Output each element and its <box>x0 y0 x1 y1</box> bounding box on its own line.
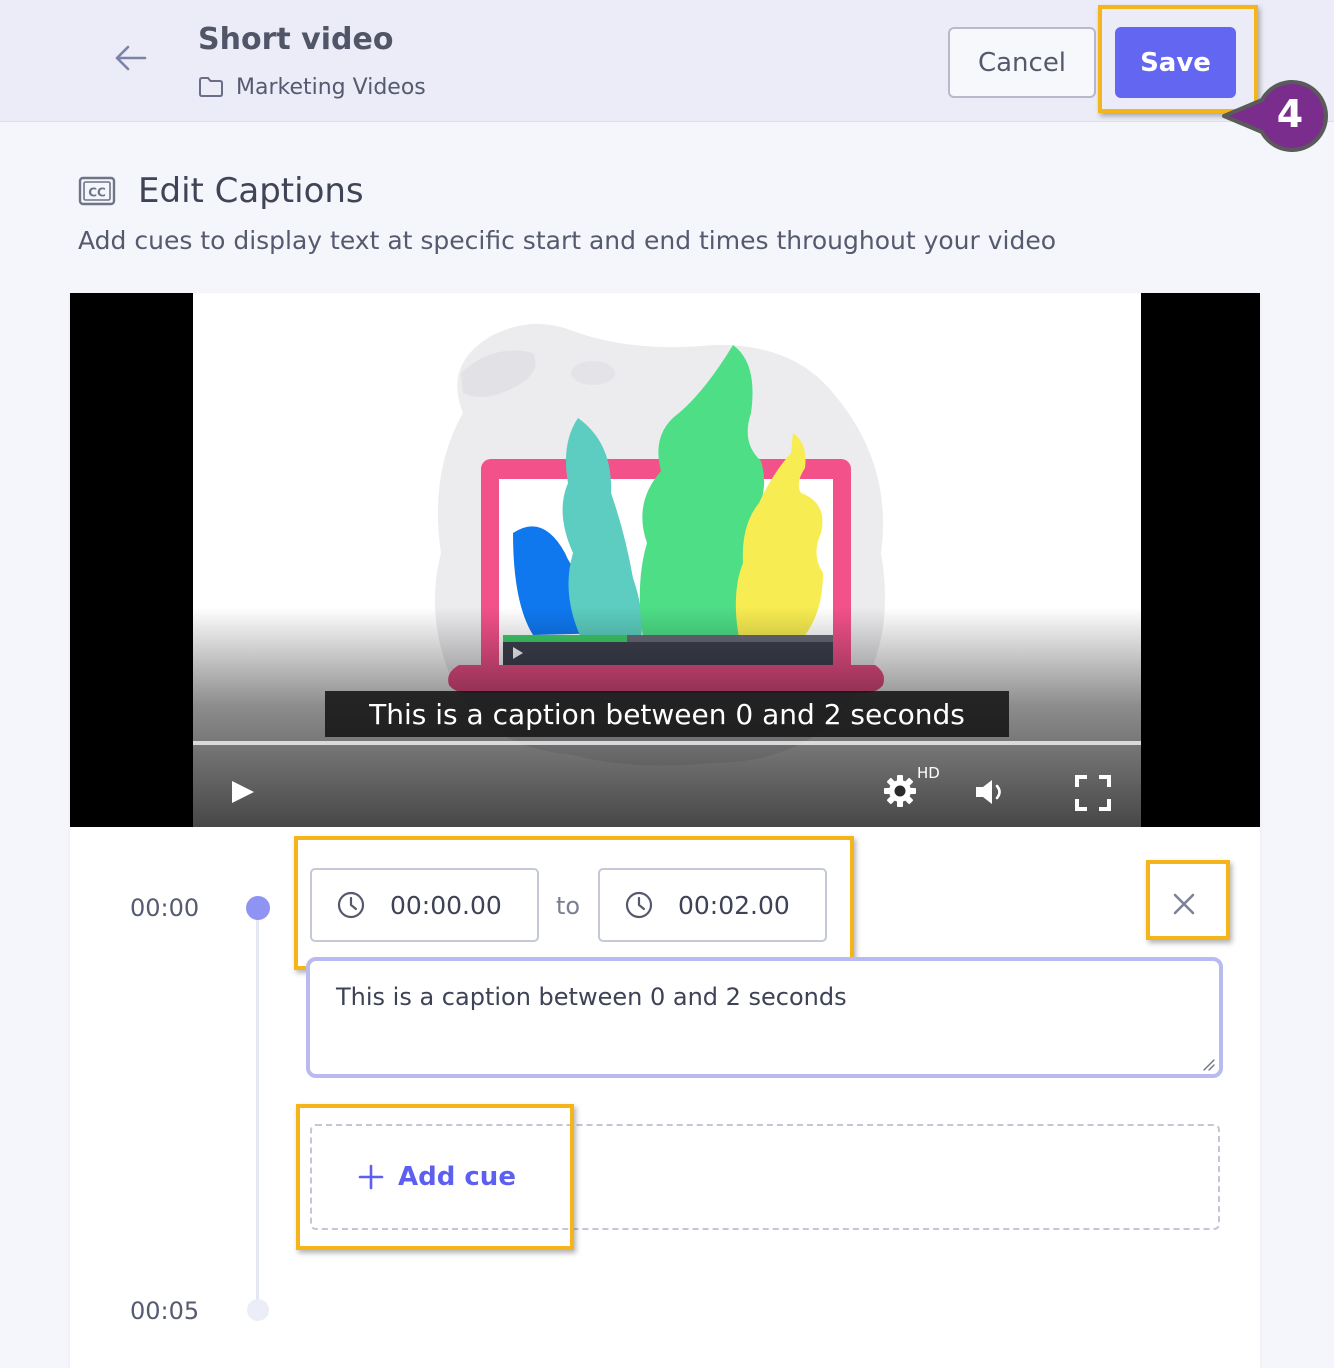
video-frame <box>193 293 1141 827</box>
start-time-value: 00:00.00 <box>390 890 502 920</box>
end-time-field[interactable]: 00:02.00 <box>598 868 827 942</box>
volume-icon[interactable] <box>972 775 1012 809</box>
section-description: Add cues to display text at specific sta… <box>78 226 1057 255</box>
timeline-dot <box>247 1299 269 1321</box>
delete-cue-button[interactable] <box>1160 880 1208 928</box>
timeline-mark-start: 00:00 <box>130 894 200 922</box>
section-title: Edit Captions <box>138 171 364 211</box>
arrow-left-icon <box>115 45 147 71</box>
video-title: Short video <box>198 22 394 57</box>
add-cue-label: Add cue <box>398 1162 516 1192</box>
step-number: 4 <box>1277 92 1303 136</box>
step-badge: 4 <box>1222 80 1328 152</box>
plus-icon <box>358 1164 384 1190</box>
close-icon <box>1173 893 1195 915</box>
cancel-button[interactable]: Cancel <box>948 27 1096 98</box>
section-header: CC Edit Captions <box>78 170 364 212</box>
video-progress-bar[interactable] <box>193 741 1141 745</box>
folder-breadcrumb[interactable]: Marketing Videos <box>198 72 426 102</box>
hd-badge: HD <box>917 764 940 782</box>
video-player[interactable]: This is a caption between 0 and 2 second… <box>70 293 1260 827</box>
fullscreen-icon[interactable] <box>1074 774 1112 812</box>
caption-text-input[interactable]: This is a caption between 0 and 2 second… <box>306 957 1223 1078</box>
clock-icon <box>625 891 653 919</box>
timeline-line <box>256 910 259 1310</box>
caption-overlay: This is a caption between 0 and 2 second… <box>325 691 1009 737</box>
add-cue-button[interactable]: Add cue <box>310 1124 1220 1230</box>
time-range-separator: to <box>556 892 581 920</box>
timeline-mark-end: 00:05 <box>130 1297 200 1325</box>
add-cue-content: Add cue <box>358 1162 516 1192</box>
clock-icon <box>337 891 365 919</box>
end-time-value: 00:02.00 <box>678 890 790 920</box>
svg-text:CC: CC <box>88 186 106 200</box>
folder-name: Marketing Videos <box>236 74 426 100</box>
folder-icon <box>199 77 223 97</box>
start-time-field[interactable]: 00:00.00 <box>310 868 539 942</box>
back-button[interactable] <box>108 38 152 78</box>
closed-captions-icon: CC <box>78 176 116 206</box>
play-icon[interactable] <box>228 777 258 807</box>
timeline-dot-active <box>246 896 270 920</box>
